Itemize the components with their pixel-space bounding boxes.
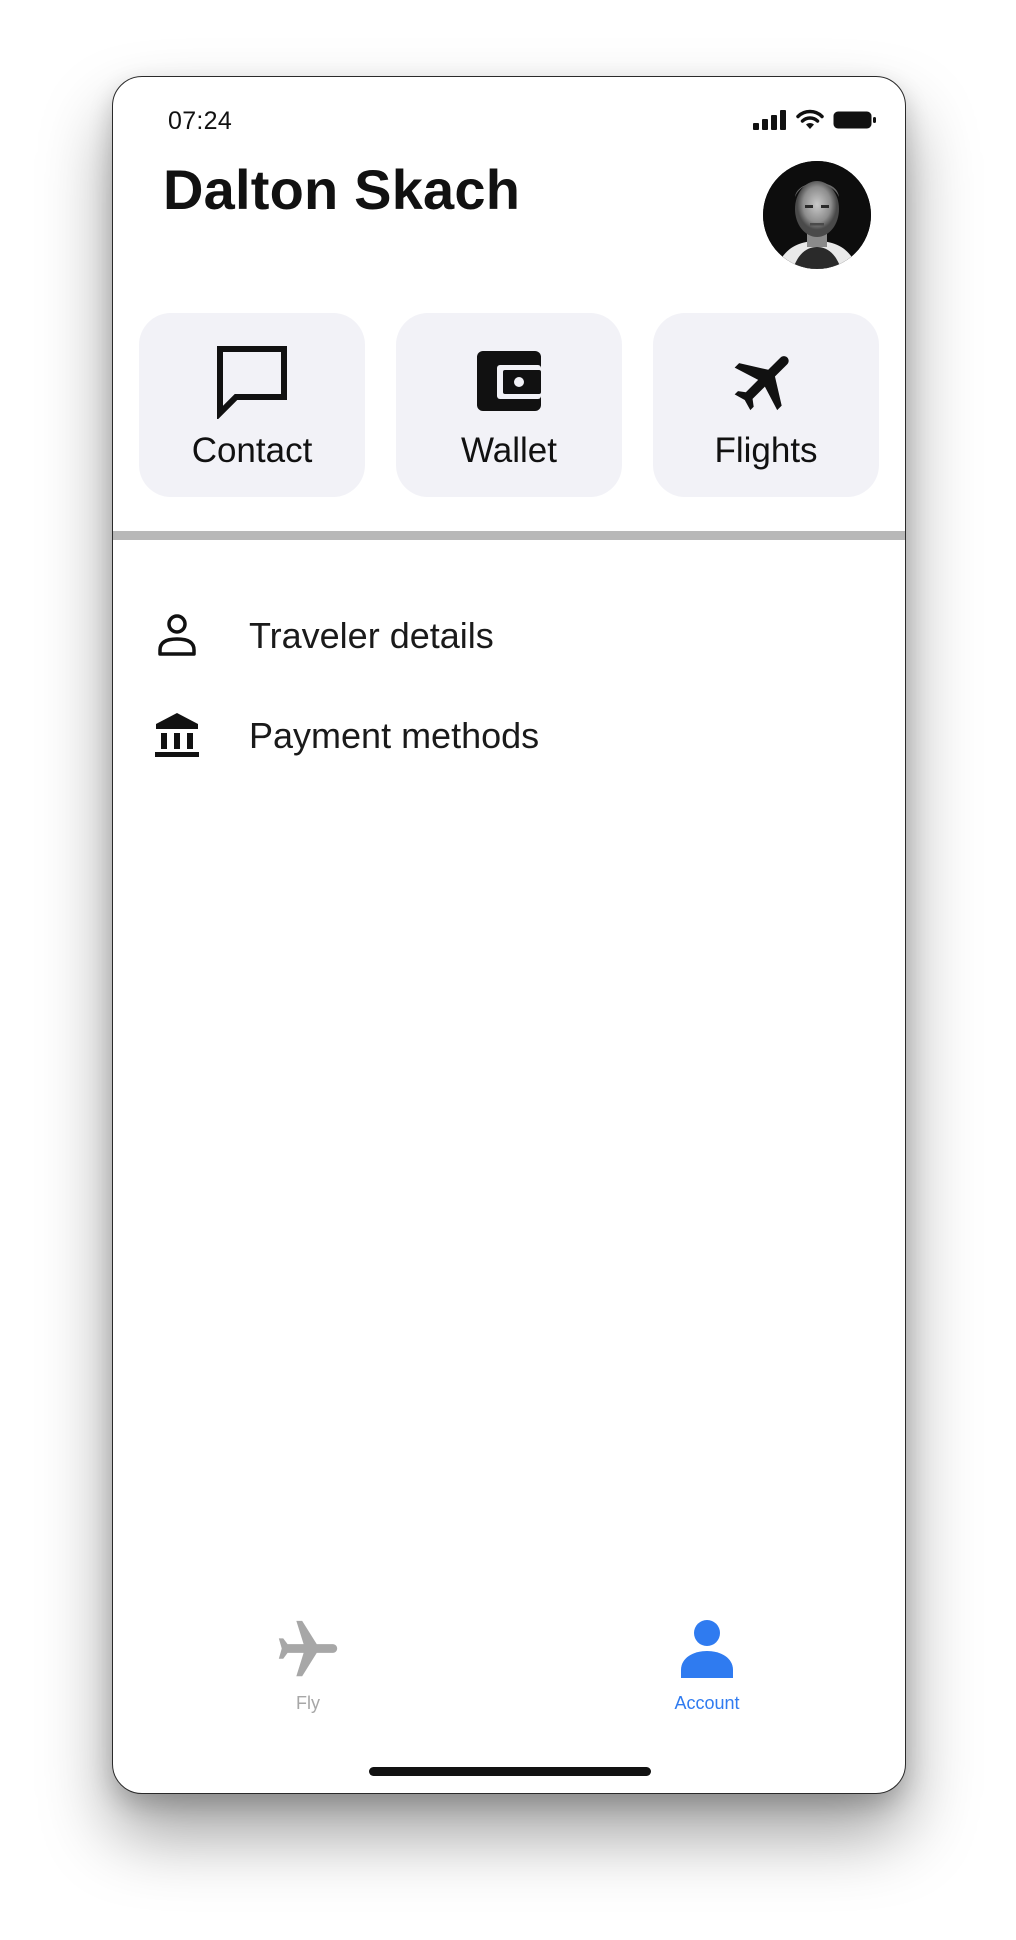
tab-fly[interactable]: Fly [228,1607,388,1727]
contact-tile[interactable]: Contact [139,313,365,497]
profile-photo [763,161,871,269]
phone-screen: 07:24 Dalton Skach Contact Wallet Flight… [112,76,906,1794]
chat-bubble-icon [217,346,287,419]
wallet-tile[interactable]: Wallet [396,313,622,497]
section-divider [113,531,905,540]
status-bar: 07:24 [113,77,905,169]
cellular-signal-icon [753,110,786,130]
flights-tile[interactable]: Flights [653,313,879,497]
wallet-label: Wallet [461,431,557,470]
wallet-icon [477,351,541,411]
status-icons [753,109,877,131]
person-icon [681,1620,733,1678]
menu-label: Traveler details [249,615,494,656]
tab-label: Account [674,1693,740,1713]
user-name: Dalton Skach [163,158,521,221]
flights-label: Flights [714,431,818,470]
bank-icon [155,713,199,757]
menu-item-traveler-details[interactable]: Traveler details [149,605,849,665]
quick-actions: Contact Wallet Flights [139,313,887,497]
battery-icon [833,111,876,129]
menu-label: Payment methods [249,715,540,756]
airplane-icon [278,1620,338,1677]
wifi-icon [796,109,824,129]
airplane-icon [734,356,789,411]
status-time: 07:24 [168,107,233,135]
contact-label: Contact [191,431,313,470]
tab-label: Fly [296,1693,320,1713]
tab-bar: Fly Account [113,1607,905,1793]
home-indicator[interactable] [369,1767,651,1776]
menu-item-payment-methods[interactable]: Payment methods [149,705,849,765]
avatar[interactable] [763,161,871,269]
person-icon [158,614,196,656]
tab-account[interactable]: Account [627,1607,787,1727]
